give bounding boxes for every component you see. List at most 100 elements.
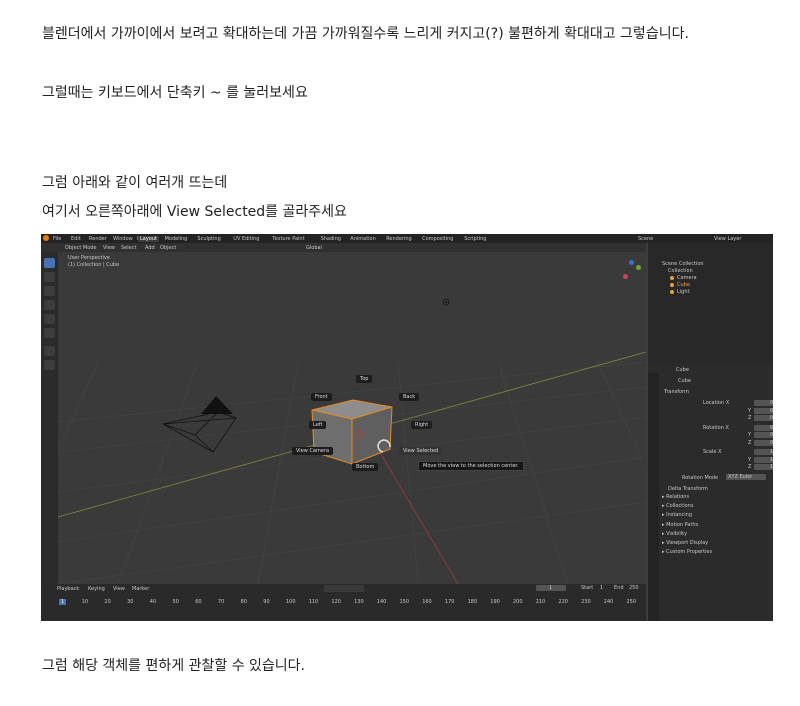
- frame-tick-90: 90: [263, 599, 270, 605]
- frame-tick-150: 150: [399, 599, 410, 605]
- workspace-tab-uv-editing[interactable]: UV Editing: [233, 236, 259, 242]
- orientation-selector[interactable]: Global: [306, 245, 322, 251]
- pie-back-label: Back: [403, 394, 416, 400]
- camera-object[interactable]: [162, 396, 237, 453]
- outliner-item-camera[interactable]: Camera: [677, 275, 697, 281]
- pie-view-camera-button[interactable]: View Camera: [292, 447, 334, 455]
- move-tool-icon[interactable]: [44, 286, 55, 296]
- frame-tick-60: 60: [195, 599, 202, 605]
- section-collections[interactable]: ▸ Collections: [662, 503, 693, 509]
- 3d-viewport[interactable]: User Perspective (1) Collection | Cube T…: [58, 252, 646, 584]
- play-controls[interactable]: [324, 585, 364, 592]
- mode-selector[interactable]: Object Mode: [65, 245, 97, 251]
- pie-bottom-button[interactable]: Bottom: [352, 463, 379, 471]
- workspace-tab-compositing[interactable]: Compositing: [422, 236, 453, 242]
- rotation-y-label: Y: [748, 432, 752, 438]
- timeline-menu-playback[interactable]: Playback: [57, 586, 79, 592]
- scale-x-value: 1.000: [770, 449, 773, 455]
- location-x-label: Location X: [703, 400, 730, 406]
- section-visibility[interactable]: ▸ Visibility: [662, 531, 687, 537]
- pie-left-button[interactable]: Left: [309, 421, 327, 429]
- rotation-x-value: 0°: [770, 424, 773, 431]
- header-menu-view[interactable]: View: [103, 245, 115, 251]
- view-layer-label[interactable]: View Layer: [714, 236, 741, 242]
- section-custom-properties[interactable]: ▸ Custom Properties: [662, 549, 712, 555]
- workspace-tab-scripting[interactable]: Scripting: [464, 236, 486, 242]
- header-menu-object[interactable]: Object: [160, 245, 176, 251]
- section-relations[interactable]: ▸ Relations: [662, 494, 689, 500]
- workspace-tab-modeling[interactable]: Modeling: [165, 236, 188, 242]
- outliner-scene-collection[interactable]: Scene Collection: [662, 261, 704, 267]
- timeline-menu-keying[interactable]: Keying: [88, 586, 105, 592]
- frame-tick-160: 160: [422, 599, 432, 605]
- rotation-y-value: 0°: [770, 432, 773, 438]
- rotation-z-label: Z: [748, 439, 752, 446]
- frame-tick-230: 230: [581, 599, 591, 605]
- menu-window[interactable]: Window: [113, 236, 133, 242]
- pie-right-button[interactable]: Right: [411, 421, 433, 429]
- location-x-value: 0m: [770, 400, 773, 406]
- frame-tick-140: 140: [376, 599, 387, 605]
- pie-view-selected-button[interactable]: View Selected: [399, 447, 443, 455]
- workspace-tab-sculpting[interactable]: Sculpting: [197, 236, 220, 242]
- blender-menubar: FileEditRenderWindowHelp LayoutModelingS…: [41, 234, 773, 243]
- header-menu-add[interactable]: Add: [145, 245, 155, 251]
- navigation-gizmo[interactable]: [621, 260, 641, 280]
- annotate-tool-icon[interactable]: [44, 346, 55, 356]
- timeline-menu-view[interactable]: View: [113, 586, 125, 592]
- header-menu-select[interactable]: Select: [121, 245, 136, 251]
- properties-object-field[interactable]: Cube: [678, 378, 691, 384]
- viewport-collection-label: (1) Collection | Cube: [68, 262, 120, 268]
- location-z-label: Z: [748, 415, 752, 421]
- workspace-tab-layout[interactable]: Layout: [138, 236, 159, 242]
- workspace-tab-animation[interactable]: Animation: [350, 236, 376, 242]
- paragraph-intro: 블렌더에서 가까이에서 보려고 확대하는데 가끔 가까워질수록 느리게 커지고(…: [42, 26, 689, 42]
- frame-tick-210: 210: [535, 599, 546, 605]
- cursor-tool-icon[interactable]: [44, 272, 55, 282]
- select-tool-icon[interactable]: [44, 258, 55, 268]
- timeline-menu-marker[interactable]: Marker: [132, 586, 149, 592]
- delta-transform-section[interactable]: Delta Transform: [668, 486, 708, 492]
- outliner-collection[interactable]: Collection: [668, 268, 693, 274]
- start-frame-label: Start: [581, 585, 594, 591]
- tool-shelf: [41, 252, 58, 584]
- menu-file[interactable]: File: [53, 236, 61, 242]
- outliner-item-cube[interactable]: Cube: [677, 282, 690, 288]
- rotate-tool-icon[interactable]: [44, 300, 55, 310]
- menu-render[interactable]: Render: [89, 236, 107, 242]
- menu-edit[interactable]: Edit: [71, 236, 81, 242]
- workspace-tab-texture-paint[interactable]: Texture Paint: [272, 236, 304, 242]
- paragraph-shortcut: 그럴때는 키보드에서 단축키 ~ 를 눌러보세요: [42, 85, 308, 101]
- pie-bottom-label: Bottom: [356, 464, 375, 470]
- frame-tick-220: 220: [558, 599, 568, 605]
- rotation-mode-value: XYZ Euler: [728, 474, 753, 480]
- scale-z-label: Z: [748, 464, 752, 470]
- end-frame-value[interactable]: 250: [629, 585, 639, 591]
- pie-front-button[interactable]: Front: [311, 393, 332, 401]
- frame-tick-10: 10: [81, 599, 89, 605]
- section-instancing[interactable]: ▸ Instancing: [662, 512, 692, 518]
- scene-label[interactable]: Scene: [638, 236, 653, 242]
- transform-tool-icon[interactable]: [44, 328, 55, 338]
- gizmo-y-icon: [636, 265, 641, 270]
- properties-tabs: [648, 373, 659, 621]
- paragraph-result: 그럼 해당 객체를 편하게 관찰할 수 있습니다.: [42, 658, 305, 674]
- pie-top-button[interactable]: Top: [356, 375, 373, 383]
- measure-tool-icon[interactable]: [44, 360, 55, 370]
- pie-right-label: Right: [415, 422, 429, 428]
- frame-tick-30: 30: [127, 599, 134, 605]
- transform-section[interactable]: Transform: [664, 389, 689, 395]
- frame-tick-50: 50: [172, 599, 179, 605]
- workspace-tab-shading[interactable]: Shading: [321, 236, 341, 242]
- light-object[interactable]: [442, 298, 450, 306]
- viewport-perspective-label: User Perspective: [68, 255, 110, 261]
- section-motion-paths[interactable]: ▸ Motion Paths: [662, 522, 698, 528]
- start-frame-value[interactable]: 1: [600, 585, 603, 591]
- frame-tick-130: 130: [354, 599, 364, 605]
- scale-tool-icon[interactable]: [44, 314, 55, 324]
- pie-back-button[interactable]: Back: [399, 393, 420, 401]
- outliner-item-light[interactable]: Light: [677, 289, 689, 295]
- gizmo-x-icon: [623, 274, 628, 279]
- section-viewport-display[interactable]: ▸ Viewport Display: [662, 540, 708, 546]
- workspace-tab-rendering[interactable]: Rendering: [386, 236, 412, 242]
